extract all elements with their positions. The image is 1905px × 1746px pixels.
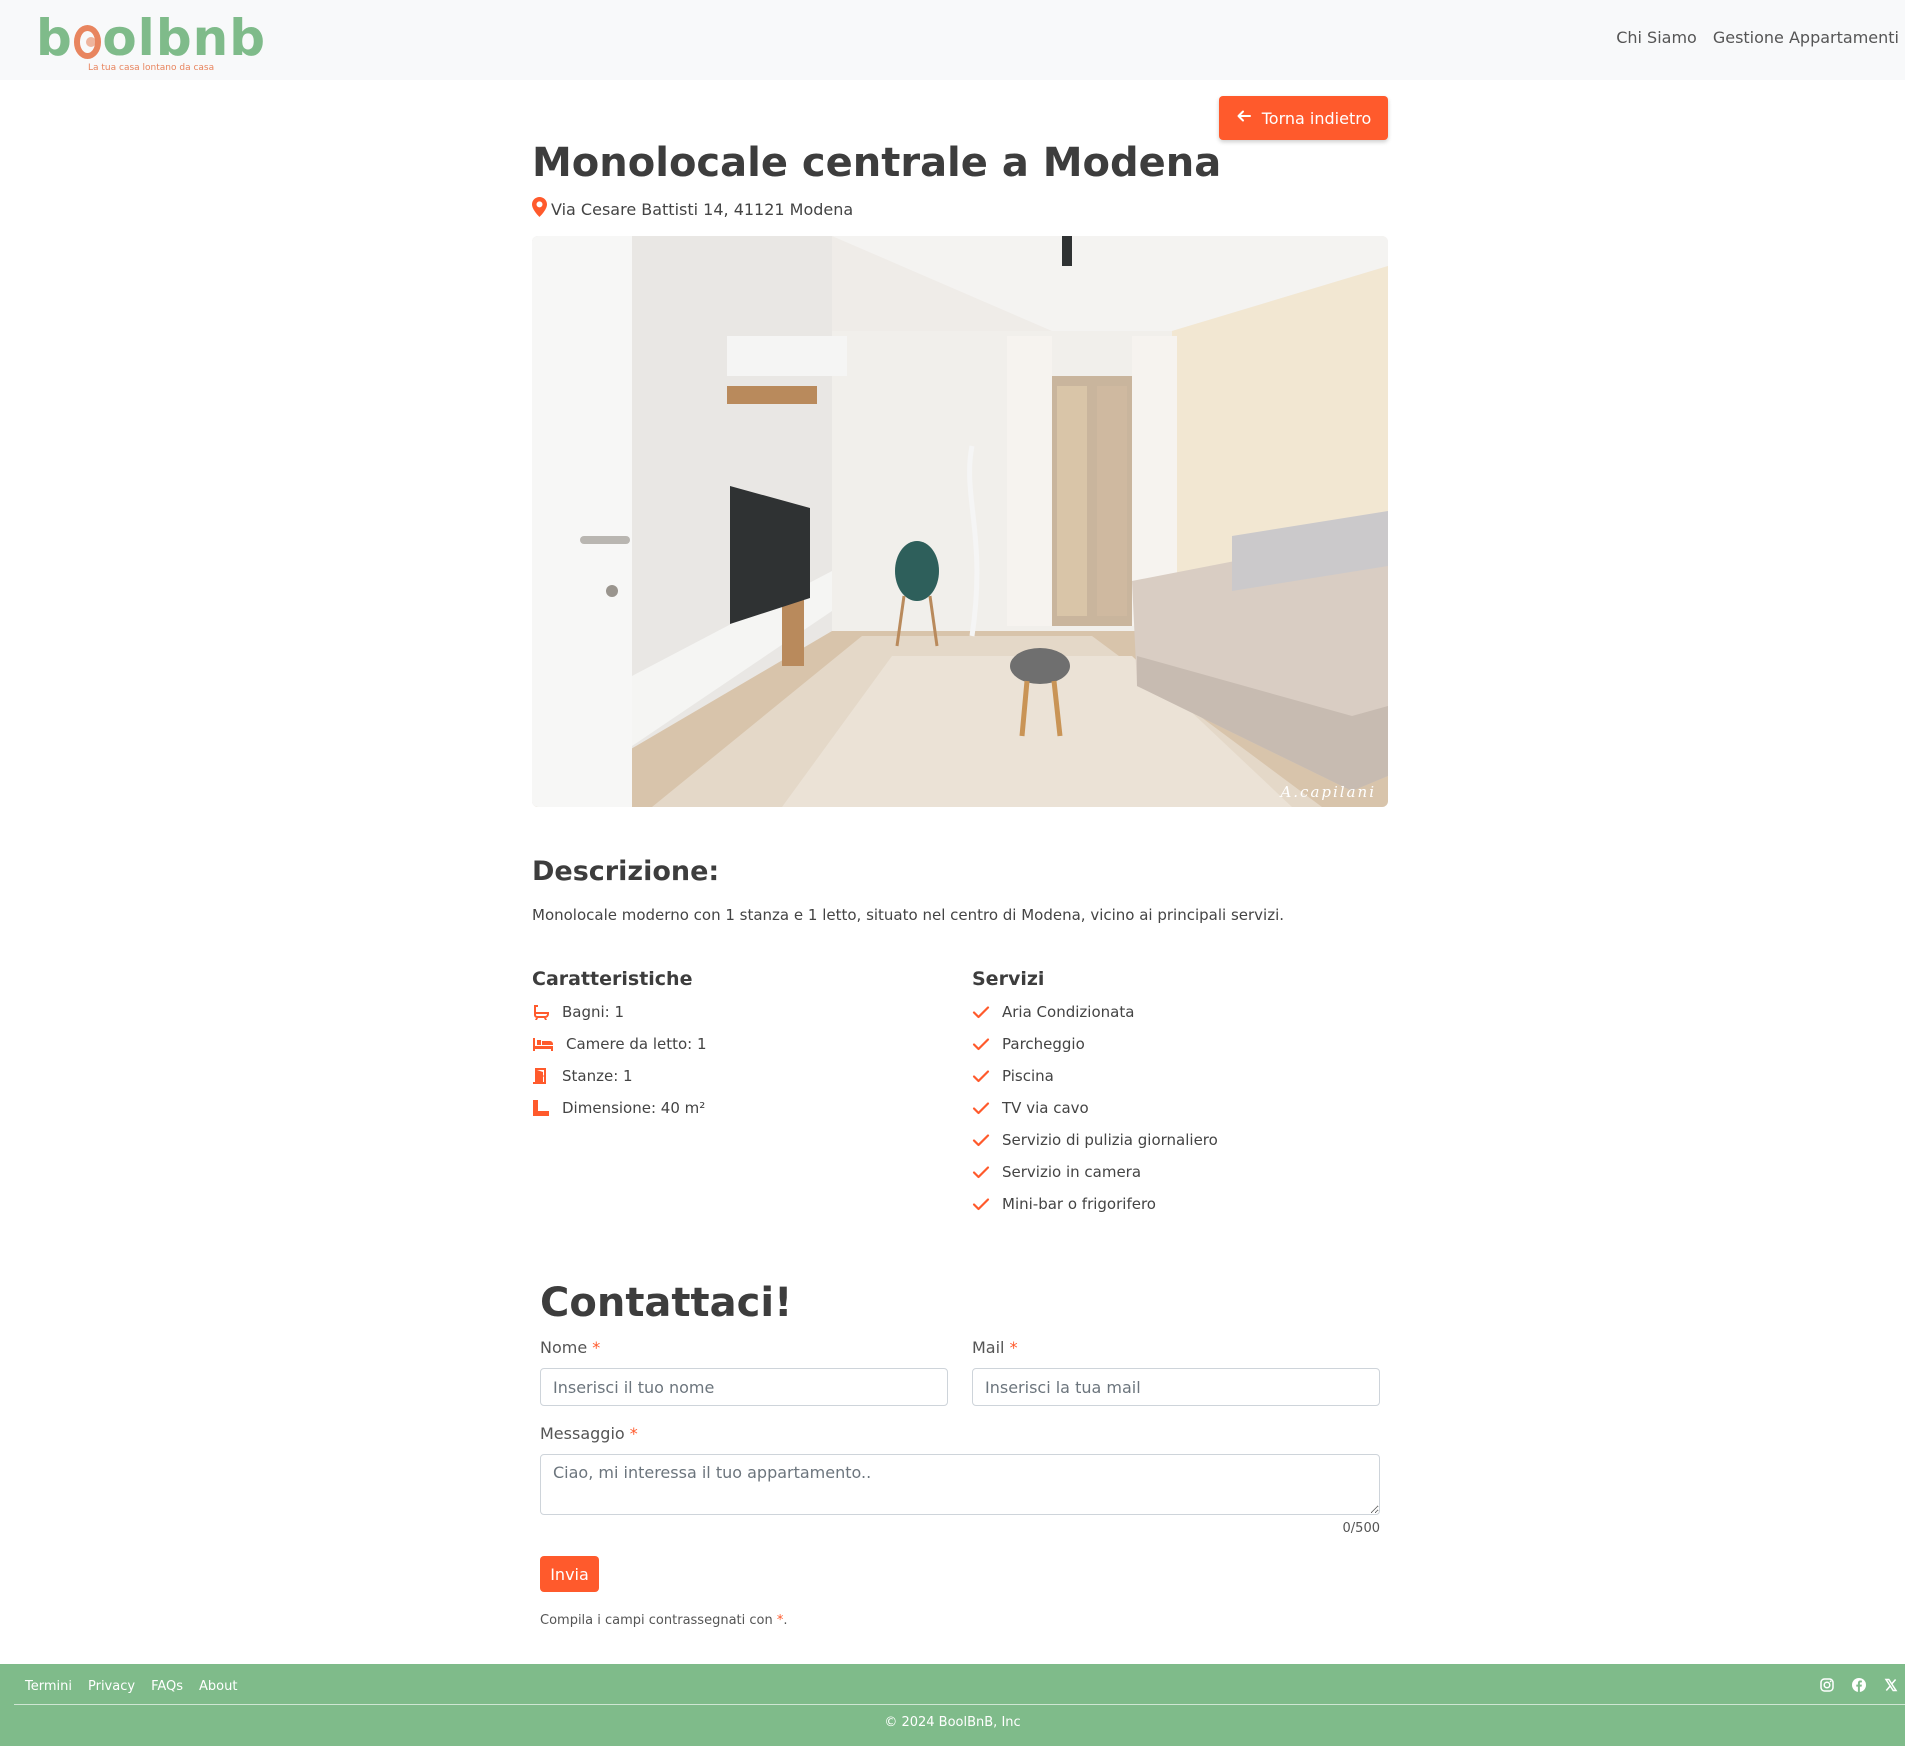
services-list: Aria Condizionata Parcheggio Piscina TV … xyxy=(972,996,1218,1220)
arrow-left-icon xyxy=(1236,108,1252,128)
footer-link-about[interactable]: About xyxy=(199,1679,237,1694)
logo-tagline: La tua casa lontano da casa xyxy=(88,63,215,73)
features-list: Bagni: 1 Camere da letto: 1 Stanze: 1 Di… xyxy=(532,996,707,1124)
feature-label: Camere da letto: 1 xyxy=(566,1035,707,1053)
name-label: Nome * xyxy=(540,1338,600,1357)
description-text: Monolocale moderno con 1 stanza e 1 lett… xyxy=(532,906,1285,924)
feature-item: Bagni: 1 xyxy=(532,996,707,1028)
message-label: Messaggio * xyxy=(540,1424,638,1443)
check-icon xyxy=(972,1195,990,1213)
service-label: Mini-bar o frigorifero xyxy=(1002,1195,1156,1213)
description-heading: Descrizione: xyxy=(532,856,720,887)
apartment-address: Via Cesare Battisti 14, 41121 Modena xyxy=(532,197,853,221)
service-item: Piscina xyxy=(972,1060,1218,1092)
submit-button[interactable]: Invia xyxy=(540,1556,599,1592)
nav-link-gestione-appartamenti[interactable]: Gestione Appartamenti xyxy=(1713,28,1899,47)
required-fields-note: Compila i campi contrassegnati con *. xyxy=(540,1613,788,1628)
check-icon xyxy=(972,1131,990,1149)
living-room-illustration xyxy=(532,236,1388,807)
message-textarea[interactable] xyxy=(540,1454,1380,1515)
feature-label: Stanze: 1 xyxy=(562,1067,633,1085)
service-item: TV via cavo xyxy=(972,1092,1218,1124)
social-links xyxy=(1819,1677,1899,1693)
logo-text-end: olbnb xyxy=(102,9,266,67)
features-heading: Caratteristiche xyxy=(532,968,693,990)
map-pin-icon xyxy=(532,197,547,221)
bed-icon xyxy=(532,1035,554,1053)
name-label-text: Nome xyxy=(540,1338,588,1357)
globe-icon xyxy=(73,25,102,59)
copyright: © 2024 BoolBnB, Inc xyxy=(884,1715,1021,1730)
required-mark: * xyxy=(592,1338,601,1357)
main-nav: Chi Siamo Gestione Appartamenti xyxy=(1616,28,1899,47)
check-icon xyxy=(972,1003,990,1021)
feature-item: Stanze: 1 xyxy=(532,1060,707,1092)
note-text: Compila i campi contrassegnati con xyxy=(540,1613,777,1628)
service-label: Servizio in camera xyxy=(1002,1163,1142,1181)
service-item: Servizio di pulizia giornaliero xyxy=(972,1124,1218,1156)
footer-divider xyxy=(14,1704,1905,1705)
feature-item: Dimensione: 40 m² xyxy=(532,1092,707,1124)
service-label: Piscina xyxy=(1002,1067,1054,1085)
footer: Termini Privacy FAQs About © 2024 BoolBn… xyxy=(0,1664,1905,1746)
bath-icon xyxy=(532,1003,550,1021)
mail-label: Mail * xyxy=(972,1338,1018,1357)
logo-wordmark: b olbnb xyxy=(36,10,266,66)
feature-label: Dimensione: 40 m² xyxy=(562,1099,706,1117)
feature-label: Bagni: 1 xyxy=(562,1003,625,1021)
mail-input[interactable] xyxy=(972,1368,1380,1406)
facebook-icon[interactable] xyxy=(1851,1677,1867,1693)
required-mark: * xyxy=(1009,1338,1018,1357)
mail-label-text: Mail xyxy=(972,1338,1005,1357)
service-label: TV via cavo xyxy=(1002,1099,1089,1117)
footer-nav: Termini Privacy FAQs About xyxy=(25,1679,237,1694)
address-text: Via Cesare Battisti 14, 41121 Modena xyxy=(551,199,854,219)
service-label: Servizio di pulizia giornaliero xyxy=(1002,1131,1218,1149)
footer-link-privacy[interactable]: Privacy xyxy=(88,1679,135,1694)
navbar: b olbnb La tua casa lontano da casa Chi S… xyxy=(0,0,1905,80)
apartment-photo: A.capilani xyxy=(532,236,1388,807)
logo-text-start: b xyxy=(36,9,73,67)
back-button-label: Torna indietro xyxy=(1261,108,1372,128)
message-label-text: Messaggio xyxy=(540,1424,625,1443)
service-label: Parcheggio xyxy=(1002,1035,1085,1053)
check-icon xyxy=(972,1099,990,1117)
name-input[interactable] xyxy=(540,1368,948,1406)
footer-link-termini[interactable]: Termini xyxy=(25,1679,72,1694)
nav-link-chi-siamo[interactable]: Chi Siamo xyxy=(1616,28,1697,47)
service-label: Aria Condizionata xyxy=(1002,1003,1135,1021)
character-counter: 0/500 xyxy=(1342,1521,1380,1536)
instagram-icon[interactable] xyxy=(1819,1677,1835,1693)
service-item: Aria Condizionata xyxy=(972,996,1218,1028)
back-button[interactable]: Torna indietro xyxy=(1219,96,1388,140)
door-icon xyxy=(532,1067,550,1085)
services-heading: Servizi xyxy=(972,968,1045,990)
x-icon[interactable] xyxy=(1883,1677,1899,1693)
apartment-title: Monolocale centrale a Modena xyxy=(532,140,1222,186)
photo-signature: A.capilani xyxy=(1280,783,1376,801)
service-item: Mini-bar o frigorifero xyxy=(972,1188,1218,1220)
footer-link-faqs[interactable]: FAQs xyxy=(151,1679,183,1694)
boolbnb-logo[interactable]: b olbnb La tua casa lontano da casa xyxy=(36,10,266,76)
service-item: Parcheggio xyxy=(972,1028,1218,1060)
check-icon xyxy=(972,1067,990,1085)
contact-heading: Contattaci! xyxy=(540,1280,793,1326)
note-end: . xyxy=(783,1613,788,1628)
feature-item: Camere da letto: 1 xyxy=(532,1028,707,1060)
check-icon xyxy=(972,1035,990,1053)
required-mark: * xyxy=(629,1424,638,1443)
check-icon xyxy=(972,1163,990,1181)
ruler-icon xyxy=(532,1099,550,1117)
service-item: Servizio in camera xyxy=(972,1156,1218,1188)
